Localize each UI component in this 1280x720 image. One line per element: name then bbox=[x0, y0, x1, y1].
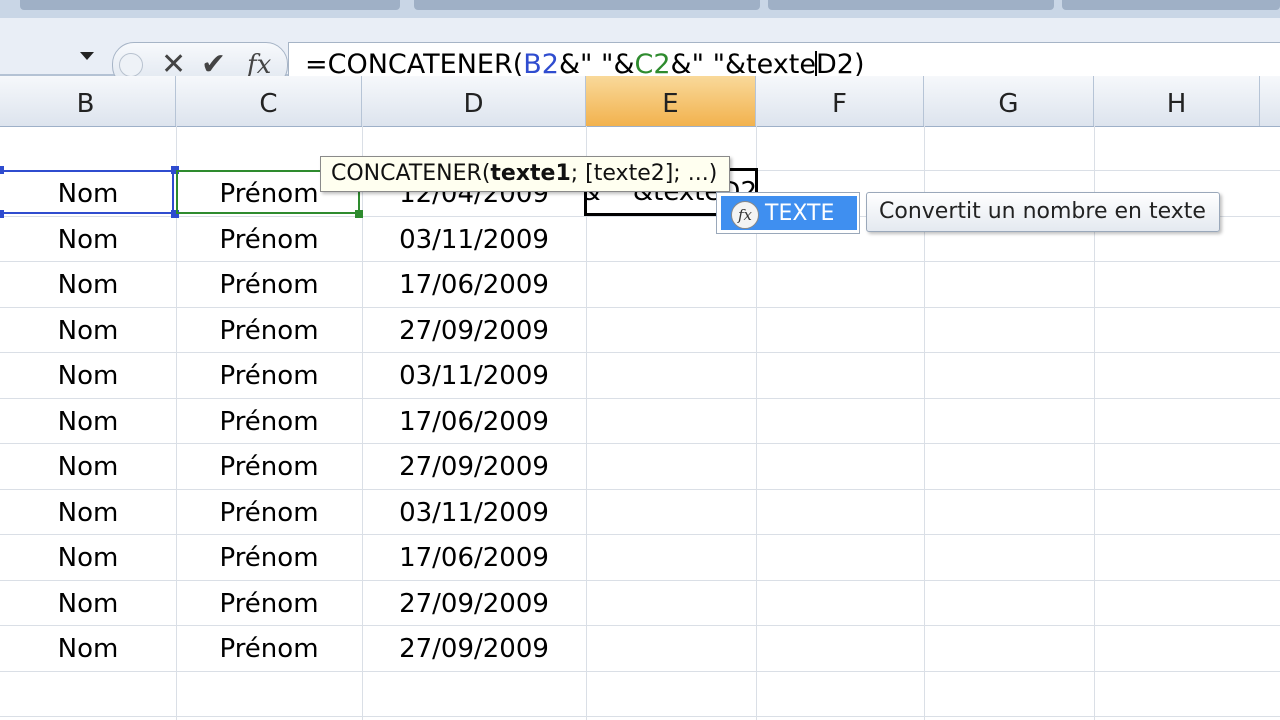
column-header-d[interactable]: D bbox=[362, 76, 586, 126]
cell-prenom[interactable]: Prénom bbox=[176, 218, 362, 263]
column-headers: B C D E F G H bbox=[0, 76, 1280, 127]
ribbon-group-police[interactable] bbox=[20, 0, 400, 10]
cell-date[interactable]: 27/09/2009 bbox=[362, 627, 586, 672]
cell-prenom[interactable]: Prénom bbox=[176, 627, 362, 672]
cell-date[interactable]: 27/09/2009 bbox=[362, 582, 586, 627]
function-description-tooltip: Convertit un nombre en texte bbox=[866, 192, 1220, 232]
cell-prenom[interactable]: Prénom bbox=[176, 445, 362, 490]
reference-highlight-b2 bbox=[0, 170, 174, 214]
formula-bar: ✕ ✔ fx =CONCATENER(B2&" "&C2&" "&texteD2… bbox=[0, 18, 1280, 90]
column-header-e[interactable]: E bbox=[586, 76, 756, 126]
column-header-g[interactable]: G bbox=[924, 76, 1094, 126]
cell-nom[interactable]: Nom bbox=[0, 445, 176, 490]
cell-date[interactable]: 27/09/2009 bbox=[362, 309, 586, 354]
tooltip-rest: ; [texte2]; ...) bbox=[570, 161, 718, 186]
column-header-h[interactable]: H bbox=[1094, 76, 1260, 126]
grip-handle[interactable] bbox=[119, 53, 143, 77]
ref-b-handle[interactable] bbox=[0, 166, 4, 174]
cell-prenom[interactable]: Prénom bbox=[176, 400, 362, 445]
function-autocomplete-list: fx TEXTE bbox=[716, 192, 860, 234]
cell-prenom[interactable]: Prénom bbox=[176, 309, 362, 354]
ribbon-group-style[interactable] bbox=[1062, 0, 1280, 10]
function-icon: fx bbox=[731, 201, 759, 229]
cell-nom[interactable]: Nom bbox=[0, 491, 176, 536]
cell-nom[interactable]: Nom bbox=[0, 218, 176, 263]
worksheet[interactable]: B C D E F G H Nom Prénom 12/04/2009 Nom Prén… bbox=[0, 76, 1280, 720]
column-header-c[interactable]: C bbox=[176, 76, 362, 126]
cell-nom[interactable]: Nom bbox=[0, 309, 176, 354]
cell-date[interactable]: 17/06/2009 bbox=[362, 536, 586, 581]
ribbon bbox=[0, 0, 1280, 19]
cell-prenom[interactable]: Prénom bbox=[176, 536, 362, 581]
cell-prenom[interactable]: Prénom bbox=[176, 354, 362, 399]
cell-nom[interactable]: Nom bbox=[0, 400, 176, 445]
tooltip-arg-bold: texte1 bbox=[490, 161, 571, 186]
cell-date[interactable]: 27/09/2009 bbox=[362, 445, 586, 490]
autocomplete-item-label: TEXTE bbox=[765, 201, 835, 226]
cell-nom[interactable]: Nom bbox=[0, 582, 176, 627]
column-header-f[interactable]: F bbox=[756, 76, 924, 126]
cell-nom[interactable]: Nom bbox=[0, 627, 176, 672]
cell-prenom[interactable]: Prénom bbox=[176, 582, 362, 627]
cell-prenom[interactable]: Prénom bbox=[176, 263, 362, 308]
column-header-b[interactable]: B bbox=[0, 76, 176, 126]
ribbon-group-nombre[interactable] bbox=[768, 0, 1054, 10]
cell-date[interactable]: 17/06/2009 bbox=[362, 400, 586, 445]
ref-c-handle[interactable] bbox=[355, 210, 363, 218]
ref-b-handle[interactable] bbox=[0, 210, 4, 218]
cell-nom[interactable]: Nom bbox=[0, 536, 176, 581]
cell-nom[interactable]: Nom bbox=[0, 263, 176, 308]
cell-date[interactable]: 03/11/2009 bbox=[362, 354, 586, 399]
cell-date[interactable]: 03/11/2009 bbox=[362, 218, 586, 263]
argument-tooltip[interactable]: CONCATENER(texte1; [texte2]; ...) bbox=[320, 156, 730, 192]
name-box-dropdown-icon[interactable] bbox=[80, 52, 94, 60]
autocomplete-item-texte[interactable]: fx TEXTE bbox=[721, 196, 857, 230]
cell-date[interactable]: 03/11/2009 bbox=[362, 491, 586, 536]
cell-date[interactable]: 17/06/2009 bbox=[362, 263, 586, 308]
tooltip-func: CONCATENER( bbox=[331, 161, 491, 186]
cell-prenom[interactable]: Prénom bbox=[176, 491, 362, 536]
cell-nom[interactable]: Nom bbox=[0, 354, 176, 399]
ribbon-group-alignement[interactable] bbox=[414, 0, 760, 10]
row-gridline bbox=[0, 716, 1280, 717]
